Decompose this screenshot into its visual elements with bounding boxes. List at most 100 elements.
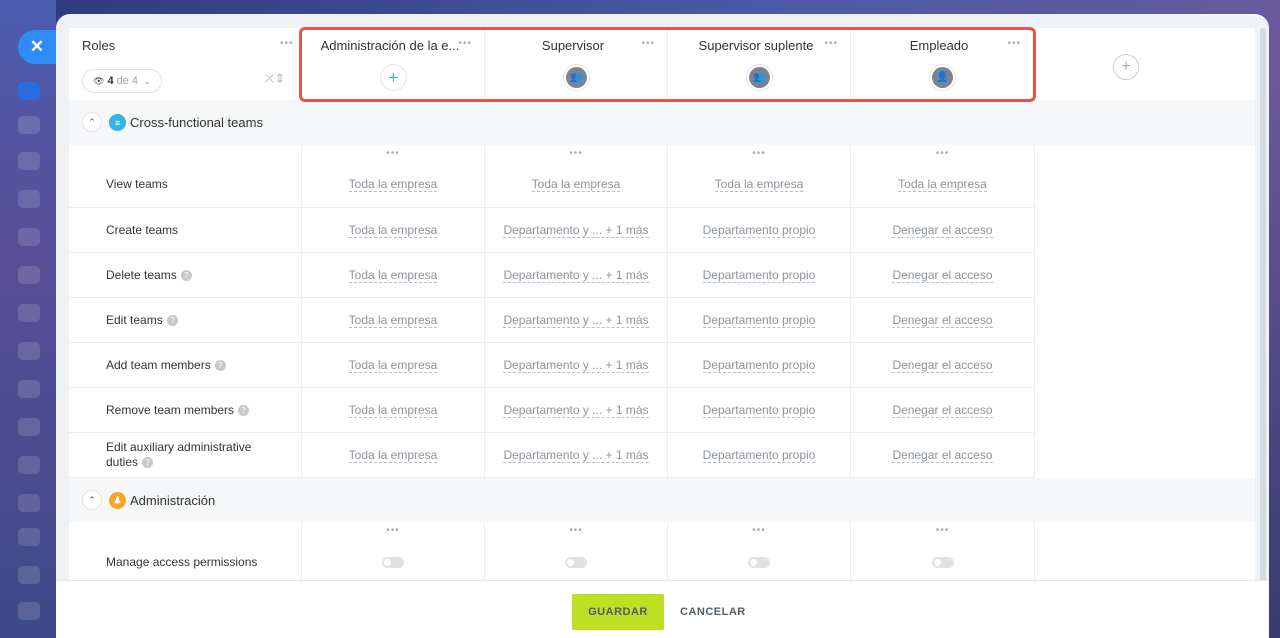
permission-value[interactable]: Departamento y ... + 1 más [503, 358, 649, 373]
permission-toggle[interactable] [748, 556, 770, 568]
role-more-icon[interactable]: ••• [824, 38, 838, 49]
nav-item[interactable] [18, 528, 40, 546]
nav-item[interactable] [18, 228, 40, 246]
group-icon[interactable]: 👥 [746, 64, 773, 91]
permission-label: Edit auxiliary administrative duties? [69, 433, 302, 477]
footer-bar: GUARDAR CANCELAR [56, 580, 1269, 638]
nav-item[interactable] [18, 602, 40, 620]
permission-value[interactable]: Departamento propio [702, 268, 816, 283]
permission-value[interactable]: Departamento propio [702, 313, 816, 328]
role-more-icon[interactable]: ••• [641, 38, 655, 49]
column-menu-row: ••• ••• ••• ••• [69, 145, 1035, 162]
help-icon[interactable]: ? [142, 457, 154, 469]
permission-value[interactable]: Departamento propio [702, 403, 816, 418]
permission-value[interactable]: Toda la empresa [714, 177, 804, 192]
permission-value[interactable]: Toda la empresa [348, 177, 438, 192]
help-icon[interactable]: ? [238, 404, 250, 416]
roles-more-icon[interactable]: ••• [280, 38, 294, 49]
permission-value[interactable]: Departamento propio [702, 448, 816, 463]
table-row: View teams Toda la empresa Toda la empre… [69, 162, 1035, 208]
plus-icon: + [1121, 58, 1131, 75]
column-more-icon[interactable]: ••• [485, 522, 668, 539]
column-more-icon[interactable]: ••• [302, 522, 485, 539]
table-row: Delete teams? Toda la empresa Departamen… [69, 253, 1035, 298]
chevron-up-icon[interactable]: ⌃ [82, 490, 102, 510]
nav-item[interactable] [18, 82, 40, 100]
permission-value[interactable]: Denegar el acceso [892, 448, 993, 463]
table-row: Manage access permissions [69, 539, 1035, 580]
role-column-header: Administración de la e... ••• + [302, 28, 485, 100]
cancel-button[interactable]: CANCELAR [678, 594, 748, 630]
permissions-slider: Roles ••• 👁 4 de 4 ⌄ ⤫⇕ Administración d… [56, 14, 1269, 638]
nav-item[interactable] [18, 566, 40, 584]
role-more-icon[interactable]: ••• [1007, 38, 1021, 49]
help-icon[interactable]: ? [180, 269, 192, 281]
permission-value[interactable]: Toda la empresa [348, 403, 438, 418]
permission-toggle[interactable] [565, 556, 587, 568]
nav-item[interactable] [18, 152, 40, 170]
permission-value[interactable]: Toda la empresa [348, 268, 438, 283]
section-label: Cross-functional teams [130, 115, 263, 130]
permission-value[interactable]: Departamento y ... + 1 más [503, 403, 649, 418]
scrollbar[interactable] [1260, 28, 1266, 588]
column-more-icon[interactable]: ••• [851, 522, 1035, 539]
group-icon[interactable]: 👥 [563, 64, 590, 91]
permission-value[interactable]: Toda la empresa [898, 177, 987, 192]
close-slider-button[interactable]: ✕ [18, 30, 56, 64]
section-label: Administración [130, 493, 216, 508]
permission-value[interactable]: Toda la empresa [531, 177, 621, 192]
permission-value[interactable]: Departamento propio [702, 358, 816, 373]
table-row: Edit auxiliary administrative duties? To… [69, 433, 1035, 478]
teams-icon: ≡ [109, 114, 126, 131]
permission-value[interactable]: Departamento y ... + 1 más [503, 268, 649, 283]
visible-roles-filter[interactable]: 👁 4 de 4 ⌄ [82, 69, 162, 93]
permission-value[interactable]: Toda la empresa [348, 358, 438, 373]
column-more-icon[interactable]: ••• [668, 522, 851, 539]
permission-value[interactable]: Denegar el acceso [892, 403, 993, 418]
table-row: Remove team members? Toda la empresa Dep… [69, 388, 1035, 433]
role-more-icon[interactable]: ••• [458, 38, 472, 49]
column-more-icon[interactable]: ••• [302, 145, 485, 162]
chevron-up-icon[interactable]: ⌃ [82, 112, 102, 132]
collapse-expand-icon[interactable]: ⤫⇕ [265, 73, 286, 86]
column-more-icon[interactable]: ••• [485, 145, 668, 162]
table-row: Add team members? Toda la empresa Depart… [69, 343, 1035, 388]
nav-item[interactable] [18, 456, 40, 474]
save-button[interactable]: GUARDAR [572, 594, 664, 630]
permission-value[interactable]: Toda la empresa [348, 313, 438, 328]
plus-icon[interactable]: + [380, 64, 407, 91]
permission-value[interactable]: Denegar el acceso [892, 268, 993, 283]
user-icon[interactable]: 👤 [929, 64, 956, 91]
role-title: Administración de la e... [320, 38, 460, 53]
permission-value[interactable]: Toda la empresa [348, 448, 438, 463]
nav-item[interactable] [18, 418, 40, 436]
permission-toggle[interactable] [382, 556, 404, 568]
nav-item[interactable] [18, 304, 40, 322]
permission-value[interactable]: Denegar el acceso [892, 223, 993, 238]
permission-value[interactable]: Denegar el acceso [892, 358, 993, 373]
help-icon[interactable]: ? [214, 359, 226, 371]
filter-count: 4 [107, 75, 114, 87]
chevron-down-icon: ⌄ [143, 76, 151, 86]
role-column-header: Empleado ••• 👤 [851, 28, 1034, 100]
column-more-icon[interactable]: ••• [851, 145, 1035, 162]
help-icon[interactable]: ? [166, 314, 178, 326]
add-role-button[interactable]: + [1113, 54, 1139, 80]
permission-value[interactable]: Toda la empresa [348, 223, 438, 238]
nav-item[interactable] [18, 380, 40, 398]
permission-label: Delete teams? [69, 253, 302, 297]
permission-value[interactable]: Departamento y ... + 1 más [503, 223, 649, 238]
nav-item[interactable] [18, 494, 40, 512]
permission-value[interactable]: Departamento y ... + 1 más [503, 448, 649, 463]
permission-value[interactable]: Denegar el acceso [892, 313, 993, 328]
permission-toggle[interactable] [931, 556, 954, 568]
section-header[interactable]: ⌃ ≡ Cross-functional teams [69, 100, 1255, 145]
nav-item[interactable] [18, 190, 40, 208]
section-header[interactable]: ⌃ ♟ Administración [69, 478, 1255, 522]
nav-item[interactable] [18, 342, 40, 360]
nav-item[interactable] [18, 116, 40, 134]
permission-value[interactable]: Departamento propio [702, 223, 816, 238]
permission-value[interactable]: Departamento y ... + 1 más [503, 313, 649, 328]
column-more-icon[interactable]: ••• [668, 145, 851, 162]
nav-item[interactable] [18, 266, 40, 284]
